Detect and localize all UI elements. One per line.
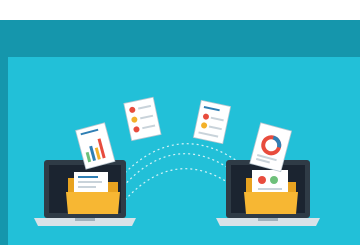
right-folder-front	[244, 192, 298, 214]
left-paper-line	[78, 186, 96, 188]
illustration-svg	[34, 96, 320, 226]
right-paper-line	[258, 188, 282, 190]
right-paper-dot	[258, 176, 266, 184]
left-paper-line	[78, 181, 102, 183]
left-paper-line	[78, 176, 98, 178]
left-laptop-notch	[75, 218, 95, 221]
flying-document-list	[123, 96, 162, 142]
flying-document-report	[192, 99, 232, 145]
right-paper-dot	[270, 176, 278, 184]
right-laptop-notch	[258, 218, 278, 221]
file-transfer-illustration	[0, 0, 360, 245]
left-folder-front	[66, 192, 120, 214]
